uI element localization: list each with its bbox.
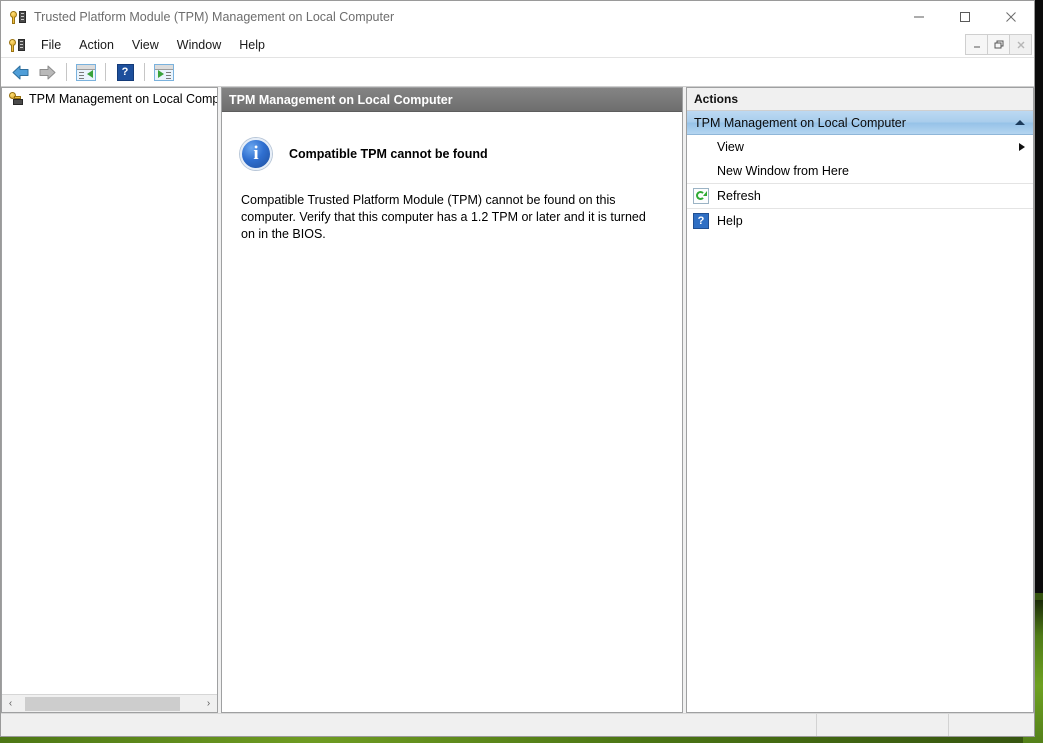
details-pane-header: TPM Management on Local Computer [222, 88, 682, 112]
action-item-help[interactable]: ? Help [687, 208, 1033, 233]
console-tree[interactable]: TPM Management on Local Comp [2, 88, 217, 694]
chevron-up-icon[interactable] [1015, 120, 1025, 125]
tree-item-label: TPM Management on Local Comp [29, 91, 217, 106]
scroll-left-arrow-icon[interactable]: ‹ [2, 695, 19, 712]
status-message-body: Compatible Trusted Platform Module (TPM)… [241, 193, 646, 241]
action-item-label: New Window from Here [717, 164, 849, 178]
actions-group-header[interactable]: TPM Management on Local Computer [687, 111, 1033, 135]
status-message-row: Compatible TPM cannot be found [240, 138, 664, 170]
actions-pane: Actions TPM Management on Local Computer… [686, 87, 1034, 713]
action-item-new-window-from-here[interactable]: New Window from Here [687, 159, 1033, 183]
status-bar-segment-2 [817, 714, 949, 736]
toolbar-separator [66, 63, 67, 81]
maximize-icon[interactable] [942, 1, 988, 32]
console-tree-pane: TPM Management on Local Comp ‹ › [1, 87, 218, 713]
action-item-view[interactable]: View [687, 135, 1033, 159]
menu-window[interactable]: Window [168, 35, 230, 55]
details-pane: TPM Management on Local Computer Compati… [221, 87, 683, 713]
window-controls [896, 1, 1034, 32]
tree-horizontal-scrollbar[interactable]: ‹ › [2, 694, 217, 712]
submenu-arrow-icon [1019, 143, 1025, 151]
tree-item-tpm-management[interactable]: TPM Management on Local Comp [2, 88, 217, 109]
forward-arrow-icon[interactable] [35, 61, 59, 83]
scroll-track[interactable] [19, 695, 200, 712]
refresh-icon [693, 188, 709, 204]
toolbar: ? [1, 58, 1034, 87]
menu-file[interactable]: File [32, 35, 70, 55]
details-pane-body: Compatible TPM cannot be found Compatibl… [222, 112, 682, 712]
menu-action[interactable]: Action [70, 35, 123, 55]
mdi-close-icon [1009, 34, 1032, 55]
mdi-restore-icon[interactable] [987, 34, 1010, 55]
help-icon: ? [693, 213, 709, 229]
action-item-refresh[interactable]: Refresh [687, 183, 1033, 208]
help-question-icon[interactable]: ? [113, 61, 137, 83]
tpm-management-window: Trusted Platform Module (TPM) Management… [0, 0, 1035, 737]
mdi-window-controls [965, 34, 1032, 55]
scroll-thumb[interactable] [25, 696, 180, 711]
tpm-key-icon-tree [8, 91, 24, 107]
show-console-tree-icon[interactable] [74, 61, 98, 83]
view-icon-placeholder [693, 139, 709, 155]
close-icon[interactable] [988, 1, 1034, 32]
scroll-right-arrow-icon[interactable]: › [200, 695, 217, 712]
action-item-label: Help [717, 214, 743, 228]
status-bar-main-segment [1, 714, 817, 736]
tpm-key-icon [10, 9, 26, 25]
action-item-label: Refresh [717, 189, 761, 203]
menu-view[interactable]: View [123, 35, 168, 55]
status-message-title: Compatible TPM cannot be found [289, 147, 488, 161]
title-bar: Trusted Platform Module (TPM) Management… [1, 1, 1034, 32]
minimize-icon[interactable] [896, 1, 942, 32]
actions-group-label: TPM Management on Local Computer [694, 115, 906, 130]
status-bar-segment-3 [949, 714, 1034, 736]
show-action-pane-icon[interactable] [152, 61, 176, 83]
menu-help[interactable]: Help [230, 35, 274, 55]
tpm-key-icon-small [9, 37, 25, 53]
new-window-icon-placeholder [693, 163, 709, 179]
toolbar-separator-3 [144, 63, 145, 81]
action-item-label: View [717, 140, 744, 154]
help-icon-glyph: ? [693, 213, 709, 229]
actions-pane-header: Actions [687, 88, 1033, 111]
info-icon [240, 138, 272, 170]
main-panes: TPM Management on Local Comp ‹ › TPM Man… [1, 87, 1034, 713]
help-glyph: ? [116, 63, 134, 81]
window-title: Trusted Platform Module (TPM) Management… [34, 9, 395, 24]
menu-bar: File Action View Window Help [1, 32, 1034, 58]
toolbar-separator-2 [105, 63, 106, 81]
mdi-minimize-icon[interactable] [965, 34, 988, 55]
status-bar [1, 713, 1034, 736]
back-arrow-icon[interactable] [9, 61, 33, 83]
